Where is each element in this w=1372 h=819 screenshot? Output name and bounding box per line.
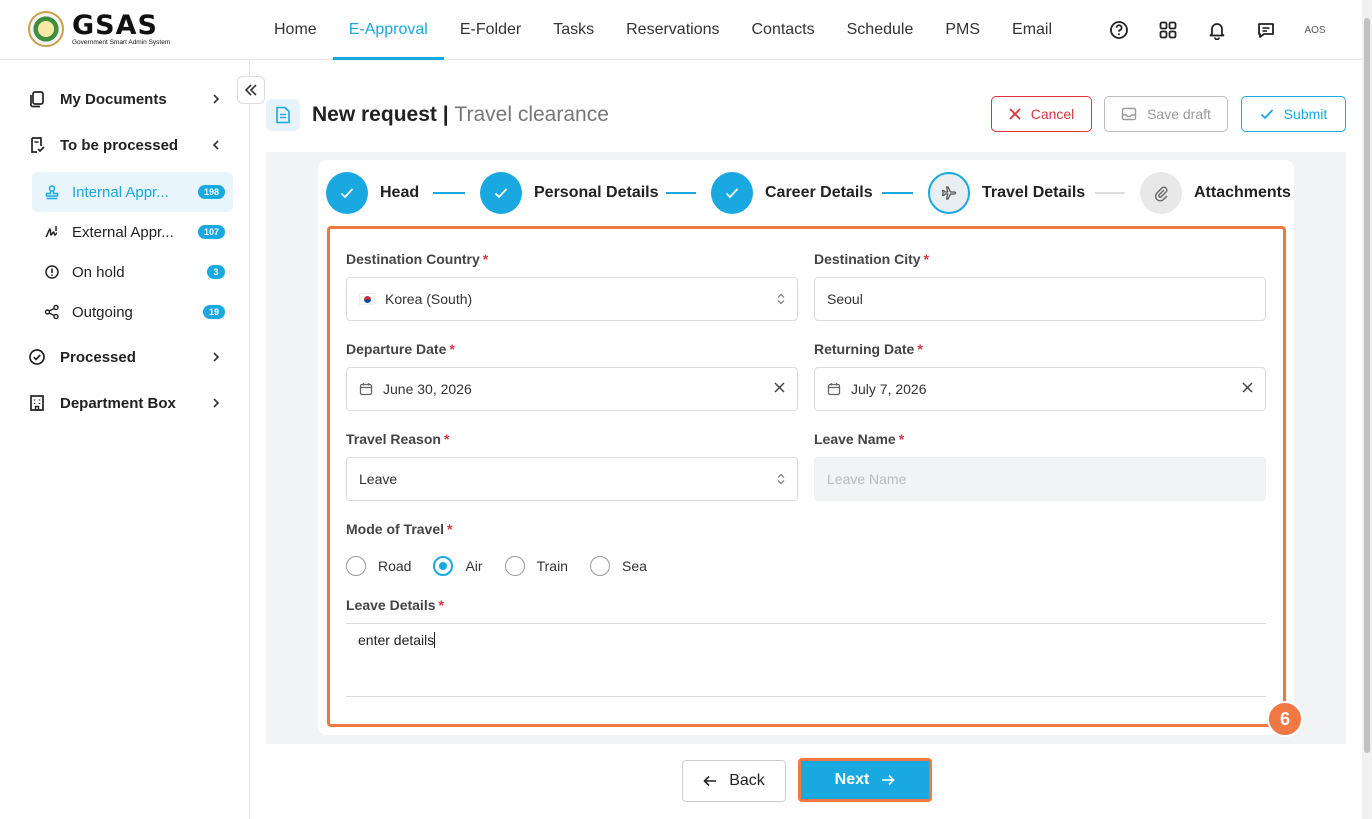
sidebar-item-department-box[interactable]: Department Box <box>28 394 222 412</box>
main-nav: Home E-Approval E-Folder Tasks Reservati… <box>258 0 1068 60</box>
sidebar-item-label: To be processed <box>60 136 179 154</box>
logo-subtitle: Government Smart Admin System <box>72 38 171 46</box>
chevron-right-icon <box>213 398 220 408</box>
step-career-details[interactable]: Career Details <box>711 172 873 214</box>
nav-home[interactable]: Home <box>258 0 333 60</box>
highlight-frame <box>327 226 1286 727</box>
bell-icon[interactable] <box>1204 17 1230 43</box>
arrow-left-icon <box>703 775 717 787</box>
page-scrollbar[interactable] <box>1362 0 1372 819</box>
nav-contacts[interactable]: Contacts <box>735 0 830 60</box>
sidebar-item-label: Outgoing <box>72 303 133 321</box>
sidebar-item-label: Department Box <box>60 394 176 412</box>
check-icon <box>711 172 753 214</box>
sidebar-item-internal-approval[interactable]: Internal Appr... 198 <box>32 172 233 212</box>
chevron-right-icon <box>213 352 220 362</box>
back-button[interactable]: Back <box>682 760 786 802</box>
stamp-icon <box>45 185 59 200</box>
avatar[interactable]: AOS <box>1302 17 1328 43</box>
sidebar-item-processed[interactable]: Processed <box>28 348 222 366</box>
step-marker: 6 <box>1267 701 1303 737</box>
page-subtitle: Travel clearance <box>454 103 609 126</box>
nav-tasks[interactable]: Tasks <box>537 0 610 60</box>
check-icon <box>1260 108 1274 120</box>
step-connector <box>433 192 465 194</box>
nav-e-approval[interactable]: E-Approval <box>332 0 444 60</box>
collapse-sidebar-button[interactable] <box>237 76 265 104</box>
logo-title: GSAS <box>72 9 158 41</box>
check-icon <box>326 172 368 214</box>
cancel-button[interactable]: Cancel <box>991 96 1092 132</box>
signature-icon <box>45 226 58 238</box>
page-title: New request | Travel clearance <box>312 103 609 126</box>
help-icon[interactable] <box>1106 17 1132 43</box>
sidebar-item-label: Internal Appr... <box>72 183 169 201</box>
checklist-icon <box>31 137 45 153</box>
close-icon <box>1009 108 1021 120</box>
app-logo[interactable]: GSAS Government Smart Admin System <box>28 11 170 47</box>
building-icon <box>30 395 44 411</box>
sidebar-item-label: Processed <box>60 348 136 366</box>
step-connector <box>1095 192 1125 194</box>
chevron-left-icon <box>212 140 219 150</box>
nav-reservations[interactable]: Reservations <box>610 0 735 60</box>
sidebar-item-to-be-processed[interactable]: To be processed <box>28 136 222 154</box>
check-icon <box>480 172 522 214</box>
airplane-icon <box>928 172 970 214</box>
sidebar-item-on-hold[interactable]: On hold 3 <box>32 252 233 292</box>
step-travel-details[interactable]: Travel Details <box>928 172 1085 214</box>
apps-grid-icon[interactable] <box>1155 17 1181 43</box>
sidebar-item-external-approval[interactable]: External Appr... 107 <box>32 212 233 252</box>
step-connector <box>666 192 696 194</box>
double-chevron-left-icon <box>244 84 257 96</box>
next-button[interactable]: Next <box>801 761 929 799</box>
step-connector <box>882 192 913 194</box>
paperclip-icon <box>1140 172 1182 214</box>
sidebar: My Documents To be processed Internal Ap… <box>0 60 250 819</box>
save-draft-button[interactable]: Save draft <box>1104 96 1228 132</box>
documents-icon <box>30 91 44 108</box>
inbox-icon <box>1121 107 1137 121</box>
alert-circle-icon <box>45 265 59 279</box>
government-seal-icon <box>28 11 64 47</box>
submit-button[interactable]: Submit <box>1241 96 1346 132</box>
chat-icon[interactable] <box>1253 17 1279 43</box>
step-personal-details[interactable]: Personal Details <box>480 172 659 214</box>
sidebar-item-outgoing[interactable]: Outgoing 19 <box>32 292 233 332</box>
sidebar-item-label: On hold <box>72 263 125 281</box>
count-badge: 198 <box>197 185 225 199</box>
count-badge: 107 <box>197 225 225 239</box>
step-attachments[interactable]: Attachments <box>1140 172 1291 214</box>
top-bar: GSAS Government Smart Admin System Home … <box>0 0 1362 60</box>
nav-e-folder[interactable]: E-Folder <box>444 0 537 60</box>
nav-pms[interactable]: PMS <box>929 0 996 60</box>
check-circle-icon <box>29 349 45 365</box>
scrollbar-thumb[interactable] <box>1364 18 1370 753</box>
step-head[interactable]: Head <box>326 172 419 214</box>
nav-schedule[interactable]: Schedule <box>831 0 930 60</box>
count-badge: 19 <box>202 305 225 319</box>
document-icon <box>266 99 300 131</box>
sidebar-item-my-documents[interactable]: My Documents <box>28 90 222 108</box>
share-icon <box>44 304 59 320</box>
sidebar-item-label: External Appr... <box>72 223 174 241</box>
next-button-highlight: Next <box>798 758 932 802</box>
sidebar-item-label: My Documents <box>60 90 167 108</box>
chevron-right-icon <box>213 94 220 104</box>
arrow-right-icon <box>881 774 895 786</box>
top-icons: AOS <box>1106 17 1328 43</box>
count-badge: 3 <box>207 265 225 279</box>
nav-email[interactable]: Email <box>996 0 1068 60</box>
